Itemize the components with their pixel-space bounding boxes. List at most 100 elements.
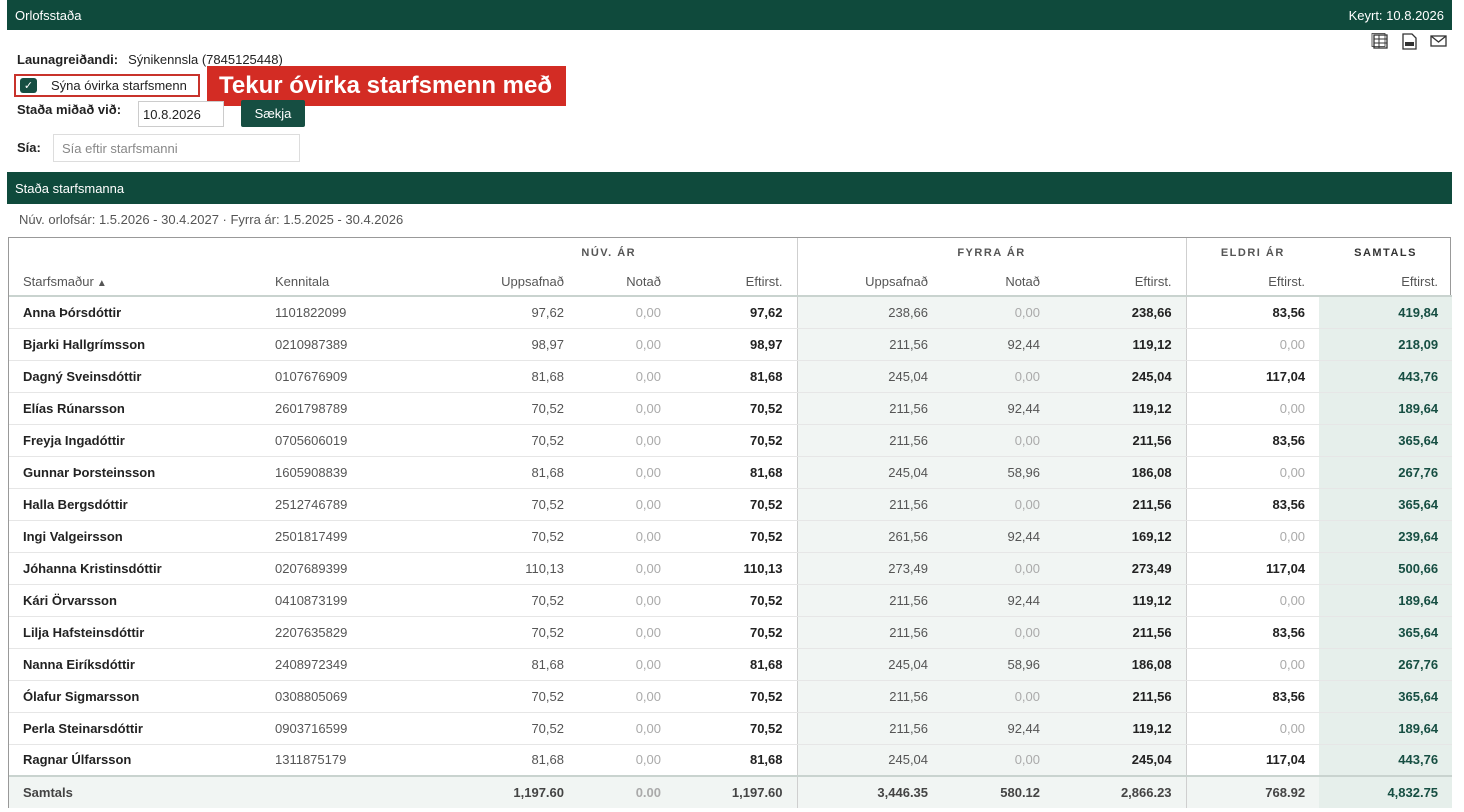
table-row[interactable]: Halla Bergsdóttir 2512746789 70,52 0,00 70,5… [9,488,1453,521]
table-row[interactable]: Anna Þórsdóttir 1101822099 97,62 0,00 97,62 2… [9,296,1453,329]
pdf-icon[interactable] [1400,33,1419,50]
cell-accrued: 70,52 [421,488,578,521]
table-row[interactable]: Ólafur Sigmarsson 0308805069 70,52 0,00 70,5… [9,680,1453,713]
col-prev-accrued[interactable]: Uppsafnað [796,267,943,297]
cell-total-remaining: 365,64 [1319,680,1453,713]
cell-prev-remaining: 238,66 [1054,296,1187,329]
table-row[interactable]: Ingi Valgeirsson 2501817499 70,52 0,00 70,52… [9,520,1453,553]
cell-used: 0,00 [578,360,675,393]
cell-employee-name: Lilja Hafsteinsdóttir [9,616,261,649]
cell-prev-used: 0,00 [942,424,1055,457]
cell-prev-remaining: 119,12 [1054,584,1187,617]
cell-older-remaining: 0,00 [1185,456,1320,489]
cell-older-remaining: 83,56 [1185,488,1320,521]
cell-prev-accrued: 211,56 [796,712,943,745]
cell-prev-remaining: 119,12 [1054,392,1187,425]
cell-prev-accrued: 245,04 [796,360,943,393]
email-icon[interactable] [1429,33,1448,50]
cell-prev-remaining: 186,08 [1054,648,1187,681]
cell-employee-name: Nanna Eiríksdóttir [9,648,261,681]
cell-accrued: 70,52 [421,584,578,617]
cell-kennitala: 0210987389 [261,328,421,361]
cell-prev-used: 92,44 [942,328,1055,361]
cell-kennitala: 1311875179 [261,744,421,777]
group-total: SAMTALS [1354,246,1417,259]
cell-prev-remaining: 119,12 [1054,328,1187,361]
cell-prev-accrued: 211,56 [796,328,943,361]
excel-icon[interactable] [1371,33,1390,50]
show-inactive-checkbox[interactable]: ✓ Sýna óvirka starfsmenn [14,74,200,97]
table-row[interactable]: Kári Örvarsson 0410873199 70,52 0,00 70,52 21… [9,584,1453,617]
payer-label: Launagreiðandi: [17,52,119,67]
table-row[interactable]: Freyja Ingadóttir 0705606019 70,52 0,00 70,5… [9,424,1453,457]
cell-prev-used: 92,44 [942,520,1055,553]
cell-total-remaining: 189,64 [1319,584,1453,617]
cell-prev-used: 58,96 [942,456,1055,489]
cell-prev-accrued: 211,56 [796,424,943,457]
export-toolbar [1371,33,1448,50]
col-remaining[interactable]: Eftirst. [675,267,798,297]
cell-total-remaining: 419,84 [1319,296,1453,329]
total-prev-remaining: 2,866.23 [1054,775,1187,808]
cell-prev-used: 0,00 [942,296,1055,329]
cell-prev-used: 0,00 [942,552,1055,585]
cell-employee-name: Ingi Valgeirsson [9,520,261,553]
checkmark-icon[interactable]: ✓ [20,78,37,93]
table-row[interactable]: Dagný Sveinsdóttir 0107676909 81,68 0,00 81,… [9,360,1453,393]
col-total-remaining[interactable]: Eftirst. [1319,267,1453,297]
col-used[interactable]: Notað [578,267,675,297]
cell-total-remaining: 218,09 [1319,328,1453,361]
cell-employee-name: Freyja Ingadóttir [9,424,261,457]
cell-prev-remaining: 211,56 [1054,680,1187,713]
cell-accrued: 70,52 [421,712,578,745]
table-row[interactable]: Ragnar Úlfarsson 1311875179 81,68 0,00 81,68… [9,744,1453,777]
table-row[interactable]: Jóhanna Kristinsdóttir 0207689399 110,13 0,… [9,552,1453,585]
cell-older-remaining: 0,00 [1185,648,1320,681]
filter-input[interactable] [53,134,300,162]
table-row[interactable]: Bjarki Hallgrímsson 0210987389 98,97 0,00 98… [9,328,1453,361]
cell-remaining: 70,52 [675,488,798,521]
cell-kennitala: 2512746789 [261,488,421,521]
cell-kennitala: 0410873199 [261,584,421,617]
table-row[interactable]: Gunnar Þorsteinsson 1605908839 81,68 0,00 81… [9,456,1453,489]
cell-prev-remaining: 169,12 [1054,520,1187,553]
group-previous-year: FYRRA ÁR [796,238,1187,267]
cell-total-remaining: 239,64 [1319,520,1453,553]
cell-total-remaining: 500,66 [1319,552,1453,585]
cell-older-remaining: 0,00 [1185,584,1320,617]
page-title: Orlofsstaða [15,7,82,23]
cell-employee-name: Kári Örvarsson [9,584,261,617]
cell-prev-accrued: 245,04 [796,456,943,489]
col-accrued[interactable]: Uppsafnað [421,267,578,297]
sort-asc-icon[interactable]: ▲ [97,278,107,289]
cell-prev-used: 0,00 [942,744,1055,777]
cell-total-remaining: 267,76 [1319,648,1453,681]
cell-prev-accrued: 211,56 [796,616,943,649]
col-prev-remaining[interactable]: Eftirst. [1054,267,1187,297]
cell-employee-name: Ragnar Úlfarsson [9,744,261,777]
table-row[interactable]: Perla Steinarsdóttir 0903716599 70,52 0,00 7… [9,712,1453,745]
table-row[interactable]: Lilja Hafsteinsdóttir 2207635829 70,52 0,00… [9,616,1453,649]
cell-older-remaining: 0,00 [1185,712,1320,745]
cell-accrued: 98,97 [421,328,578,361]
cell-used: 0,00 [578,744,675,777]
col-kennitala[interactable]: Kennitala [261,267,421,297]
cell-older-remaining: 117,04 [1185,360,1320,393]
cell-kennitala: 0107676909 [261,360,421,393]
cell-accrued: 70,52 [421,392,578,425]
period-info: Núv. orlofsár: 1.5.2026 - 30.4.2027 · Fy… [19,212,404,227]
col-employee[interactable]: Starfsmaður ▲ [9,267,261,297]
cell-kennitala: 2207635829 [261,616,421,649]
fetch-button[interactable]: Sækja [241,100,305,127]
date-row: Staða miðað við: [17,102,121,117]
cell-used: 0,00 [578,520,675,553]
col-older-remaining[interactable]: Eftirst. [1185,267,1320,297]
date-input[interactable] [138,101,224,127]
cell-older-remaining: 117,04 [1185,744,1320,777]
table-row[interactable]: Elías Rúnarsson 2601798789 70,52 0,00 70,52 2… [9,392,1453,425]
cell-prev-accrued: 238,66 [796,296,943,329]
col-prev-used[interactable]: Notað [942,267,1055,297]
cell-kennitala: 2408972349 [261,648,421,681]
table-row[interactable]: Nanna Eiríksdóttir 2408972349 81,68 0,00 81,… [9,648,1453,681]
cell-remaining: 110,13 [675,552,798,585]
